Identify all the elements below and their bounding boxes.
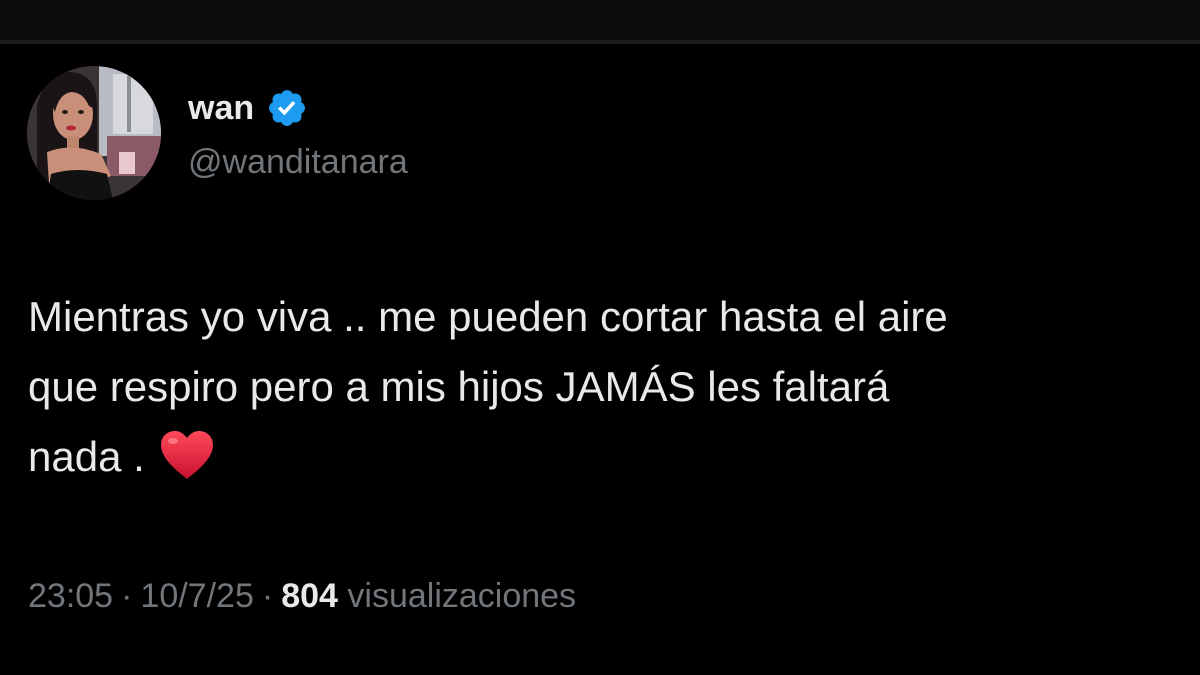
tweet-time[interactable]: 23:05: [28, 577, 113, 615]
tweet-text-line: nada .: [28, 433, 145, 480]
top-strip: [0, 0, 1200, 40]
divider: [0, 40, 1200, 44]
tweet-date[interactable]: 10/7/25: [140, 577, 253, 615]
tweet-text: Mientras yo viva .. me pueden cortar has…: [28, 282, 1178, 492]
verified-badge-icon[interactable]: [266, 87, 308, 129]
author-name-row: wan: [188, 86, 308, 130]
tweet-meta: 23:05 · 10/7/25 · 804 visualizaciones: [28, 572, 576, 620]
avatar[interactable]: [27, 66, 161, 200]
display-name[interactable]: wan: [188, 86, 254, 130]
avatar-photo: [27, 66, 161, 200]
separator: ·: [121, 577, 133, 615]
author-handle[interactable]: @wanditanara: [188, 140, 408, 184]
separator: ·: [261, 577, 274, 615]
tweet-text-line: Mientras yo viva .. me pueden cortar has…: [28, 293, 948, 340]
views-count[interactable]: 804: [281, 577, 338, 615]
tweet-text-line: que respiro pero a mis hijos JAMÁS les f…: [28, 363, 890, 410]
views-label[interactable]: visualizaciones: [347, 577, 576, 615]
heart-icon: [159, 429, 215, 481]
